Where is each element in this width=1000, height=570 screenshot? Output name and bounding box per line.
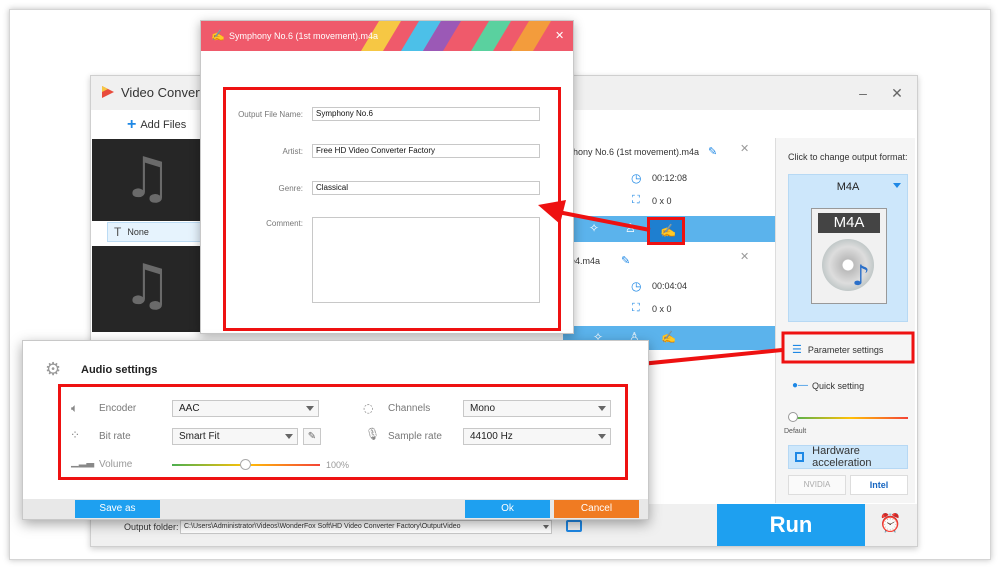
parameter-settings-highlight — [781, 331, 915, 364]
audio-settings-icon: ⚙ — [45, 359, 62, 379]
volume-slider-thumb[interactable] — [240, 459, 251, 470]
channels-icon: ◌ — [363, 401, 374, 415]
channels-select[interactable]: Mono — [463, 400, 611, 417]
bitrate-label: Bit rate — [99, 431, 131, 442]
sample-rate-label: Sample rate — [388, 431, 442, 442]
save-as-button[interactable]: Save as — [75, 500, 160, 518]
microphone-icon: 🎙︎ — [365, 427, 381, 441]
volume-bars-icon: ▁▂▃ — [71, 457, 95, 468]
sample-rate-select[interactable]: 44100 Hz — [463, 428, 611, 445]
bitrate-select[interactable]: Smart Fit — [172, 428, 298, 445]
sample-rate-caret-icon — [598, 434, 606, 439]
volume-label: Volume — [99, 459, 133, 470]
ok-button[interactable]: Ok — [465, 500, 550, 518]
cancel-button[interactable]: Cancel — [554, 500, 639, 518]
bitrate-icon: ⁘ — [70, 428, 81, 442]
volume-value: 100% — [326, 460, 350, 470]
speaker-icon: 🔈︎ — [71, 401, 79, 415]
encoder-select[interactable]: AAC — [172, 400, 319, 417]
channels-caret-icon — [598, 406, 606, 411]
encoder-caret-icon — [306, 406, 314, 411]
channels-label: Channels — [388, 403, 431, 414]
bitrate-value: Smart Fit — [179, 431, 220, 442]
bitrate-caret-icon — [285, 434, 293, 439]
encoder-label: Encoder — [99, 403, 137, 414]
channels-value: Mono — [470, 403, 496, 414]
arrow-head-1 — [538, 200, 566, 224]
arrow-to-tag-dialog — [557, 210, 651, 232]
audio-settings-title: Audio settings — [81, 364, 158, 376]
encoder-value: AAC — [179, 403, 200, 414]
bitrate-edit-button[interactable]: ✎ — [303, 428, 321, 445]
sample-rate-value: 44100 Hz — [470, 431, 513, 442]
audio-settings-dialog: ⚙ Audio settings 🔈︎ Encoder AAC ◌ Channe… — [22, 340, 649, 520]
